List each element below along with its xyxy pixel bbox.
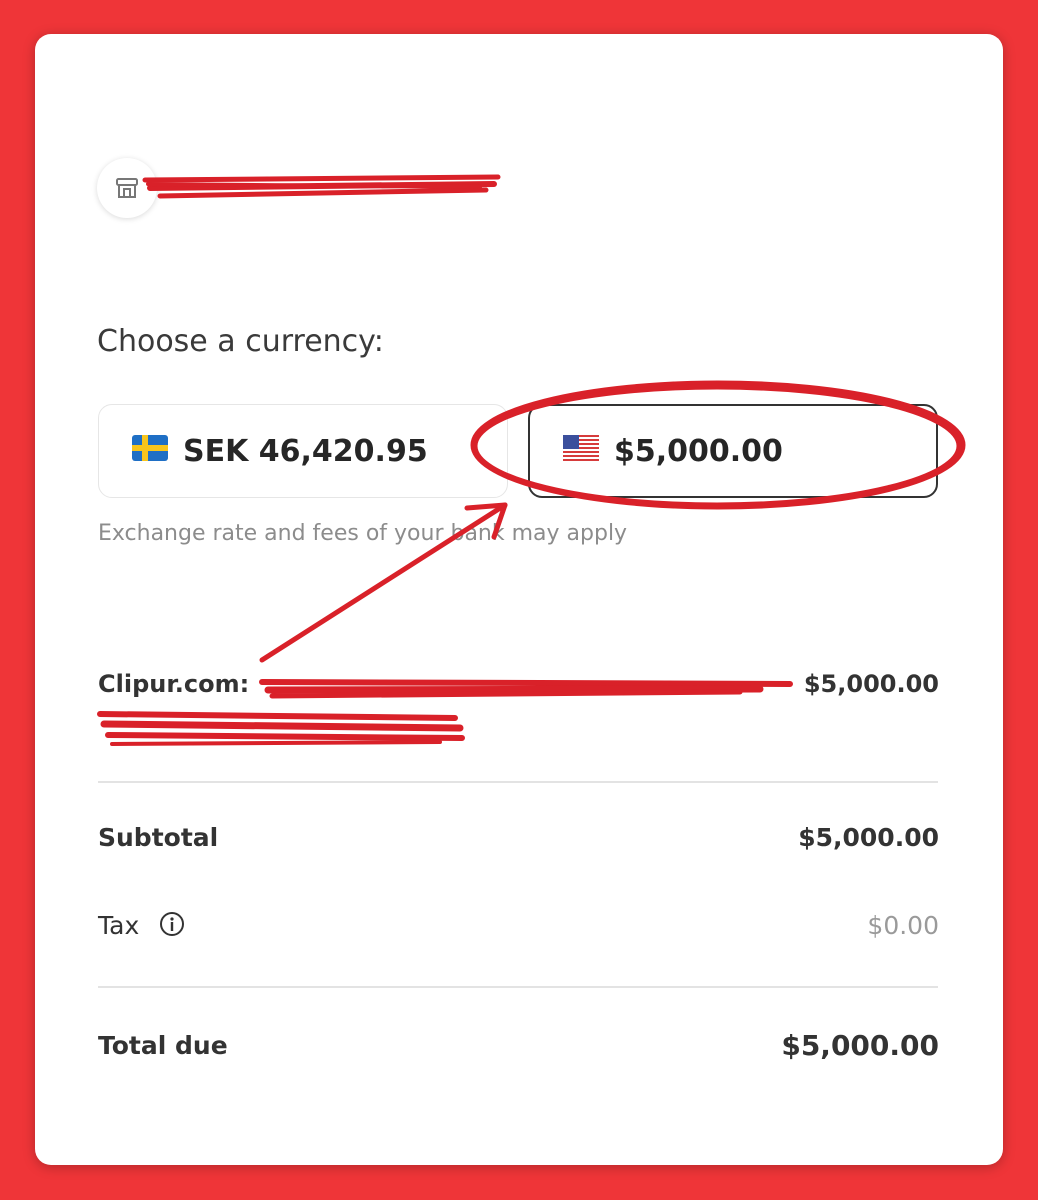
checkout-card xyxy=(35,34,1003,1165)
line-item-amount: $5,000.00 xyxy=(803,670,939,698)
sweden-flag-icon xyxy=(132,434,168,469)
subtotal-value: $5,000.00 xyxy=(798,823,939,852)
currency-option-sek[interactable]: SEK 46,420.95 xyxy=(98,404,508,498)
tax-label: Tax xyxy=(98,911,140,940)
us-flag-icon xyxy=(563,434,599,469)
currency-option-label: SEK 46,420.95 xyxy=(183,433,428,469)
subtotal-label: Subtotal xyxy=(98,823,219,852)
tax-row: Tax xyxy=(98,911,185,943)
divider xyxy=(98,781,938,783)
currency-option-label: $5,000.00 xyxy=(614,433,783,469)
merchant-logo xyxy=(97,158,157,218)
storefront-icon xyxy=(116,178,138,198)
currency-option-usd[interactable]: $5,000.00 xyxy=(528,404,938,498)
currency-heading: Choose a currency: xyxy=(97,324,384,359)
info-icon[interactable] xyxy=(159,911,185,943)
divider xyxy=(98,986,938,988)
tax-value: $0.00 xyxy=(867,911,939,940)
exchange-rate-note: Exchange rate and fees of your bank may … xyxy=(98,521,628,546)
line-item-title: Clipur.com: xyxy=(98,670,250,698)
total-label: Total due xyxy=(98,1031,228,1060)
total-value: $5,000.00 xyxy=(781,1029,939,1062)
